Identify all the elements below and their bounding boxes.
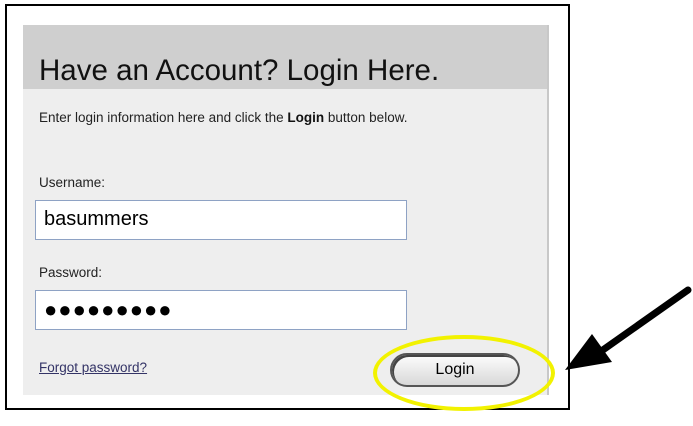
instructions-text-start: Enter login information here and click t… xyxy=(39,110,288,125)
instructions-login-word: Login xyxy=(287,110,325,125)
username-label: Username: xyxy=(39,175,106,190)
forgot-password-link[interactable]: Forgot password? xyxy=(39,360,147,375)
panel-header: Have an Account? Login Here. xyxy=(23,25,547,89)
instructions-text-end: button below. xyxy=(324,110,408,125)
login-button[interactable]: Login xyxy=(390,353,520,387)
panel-title: Have an Account? Login Here. xyxy=(39,54,440,87)
login-panel: Have an Account? Login Here. Enter login… xyxy=(23,25,549,395)
password-label: Password: xyxy=(39,265,103,280)
password-field[interactable]: ●●●●●●●●● xyxy=(35,290,407,330)
login-instructions: Enter login information here and click t… xyxy=(39,107,509,128)
username-field[interactable]: basummers xyxy=(35,200,407,240)
